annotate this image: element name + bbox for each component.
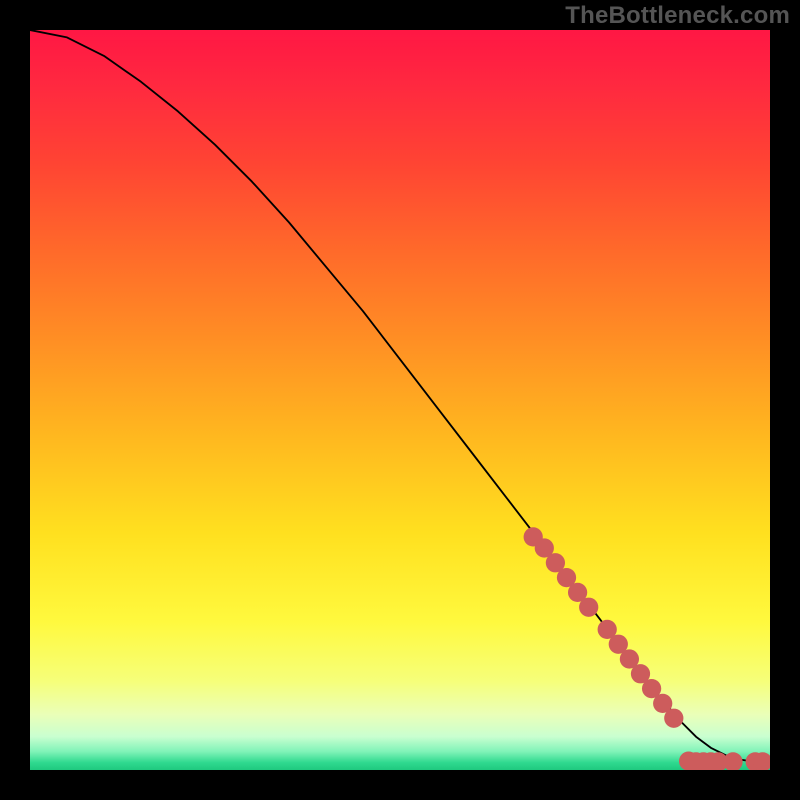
plot-area	[30, 30, 770, 770]
highlight-dot	[664, 709, 683, 728]
highlight-dot	[579, 598, 598, 617]
chart-container: TheBottleneck.com	[0, 0, 800, 800]
chart-svg	[30, 30, 770, 770]
gradient-background	[30, 30, 770, 770]
watermark-text: TheBottleneck.com	[565, 2, 790, 30]
